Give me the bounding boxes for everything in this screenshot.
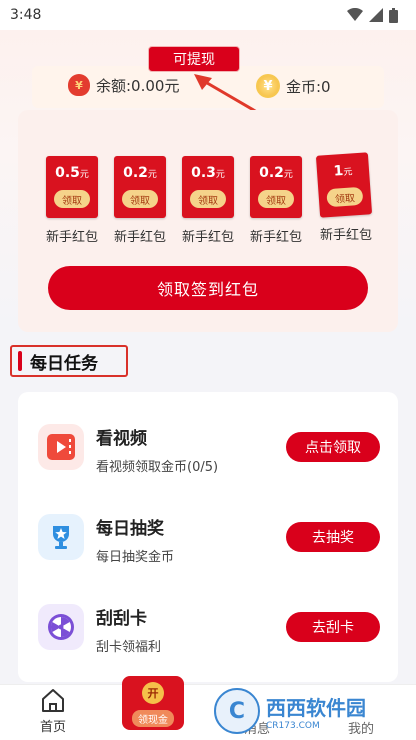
- title-accent-bar: [18, 351, 22, 371]
- task-desc: 刮卡领福利: [96, 640, 162, 655]
- withdraw-tip[interactable]: 可提现: [148, 46, 240, 72]
- watermark-text: 西西软件园: [266, 695, 366, 720]
- trophy-icon: [38, 514, 84, 560]
- red-packet[interactable]: 0.2元 领取: [250, 156, 302, 218]
- status-bar: 3:48: [0, 0, 416, 30]
- task-title: 每日抽奖: [96, 519, 164, 539]
- packet-label: 新手红包: [181, 230, 234, 245]
- packet-claim-button[interactable]: 领取: [190, 190, 226, 208]
- packet-label: 新手红包: [319, 228, 372, 243]
- open-badge: 开: [142, 682, 164, 704]
- home-icon: [42, 689, 64, 712]
- red-packet[interactable]: 0.3元 领取: [182, 156, 234, 218]
- red-packet[interactable]: 1元 领取: [315, 152, 373, 218]
- sign-in-redpack-button[interactable]: 领取签到红包: [48, 266, 368, 310]
- packet-label: 新手红包: [45, 230, 98, 245]
- task-title: 看视频: [96, 429, 147, 449]
- video-icon: [38, 424, 84, 470]
- packet-label: 新手红包: [113, 230, 166, 245]
- balance-item[interactable]: ¥ 余额:0.00元: [68, 74, 179, 96]
- section-title: 每日任务: [10, 345, 128, 377]
- signal-icon: [369, 8, 383, 22]
- packet-amount: 0.2元: [123, 165, 157, 181]
- balance-text: 余额:0.00元: [96, 76, 180, 95]
- status-time: 3:48: [10, 7, 42, 23]
- status-icons: [347, 7, 398, 23]
- nav-home[interactable]: 首页: [28, 686, 78, 735]
- packet-amount: 0.3元: [191, 165, 225, 181]
- scratch-card-button[interactable]: 去刮卡: [286, 612, 380, 642]
- red-packet[interactable]: 0.2元 领取: [114, 156, 166, 218]
- wifi-icon: [347, 8, 363, 21]
- money-bag-icon: ¥: [68, 74, 90, 96]
- packet-label: 新手红包: [249, 230, 302, 245]
- packet-amount: 1元: [333, 163, 353, 180]
- packet-claim-button[interactable]: 领取: [258, 190, 294, 208]
- packet-claim-button[interactable]: 领取: [54, 190, 90, 208]
- nav-home-label: 首页: [39, 720, 66, 735]
- task-title: 刮刮卡: [96, 609, 147, 629]
- packet-claim-button[interactable]: 领取: [122, 190, 158, 208]
- packet-amount: 0.2元: [259, 165, 293, 181]
- task-desc: 看视频领取金币(0/5): [96, 460, 219, 475]
- battery-icon: [389, 7, 398, 23]
- red-packet[interactable]: 0.5元 领取: [46, 156, 98, 218]
- watermark-url: CR173.COM: [266, 720, 320, 731]
- lottery-button[interactable]: 去抽奖: [286, 522, 380, 552]
- claim-video-reward-button[interactable]: 点击领取: [286, 432, 380, 462]
- task-desc: 每日抽奖金币: [96, 550, 175, 565]
- coins-text: 金币:0: [286, 77, 331, 96]
- packet-amount: 0.5元: [55, 165, 89, 181]
- watermark-logo: C: [214, 688, 260, 734]
- nav-get-cash-label: 领现金: [132, 710, 174, 727]
- watermark: C 西西软件园 CR173.COM: [214, 688, 414, 734]
- section-title-text: 每日任务: [30, 353, 98, 374]
- packet-claim-button[interactable]: 领取: [326, 186, 364, 208]
- wheel-icon: [38, 604, 84, 650]
- nav-get-cash[interactable]: 开 领现金: [122, 676, 184, 730]
